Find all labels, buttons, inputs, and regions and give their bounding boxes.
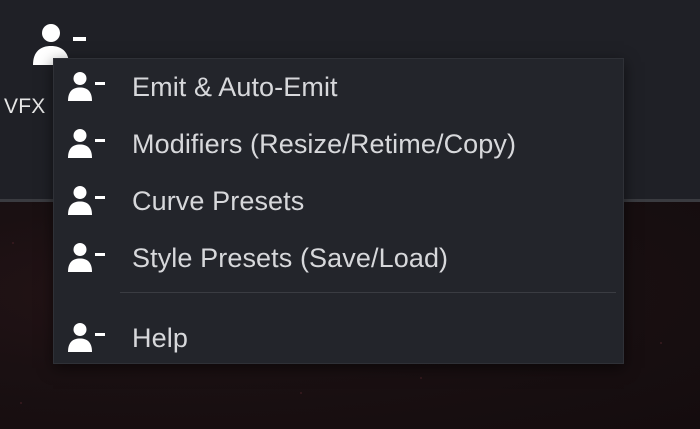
menu-separator	[120, 292, 616, 293]
menu-item-label: Curve Presets	[132, 186, 305, 216]
user-minus-icon	[68, 186, 105, 215]
menu-item-label: Emit & Auto-Emit	[132, 72, 338, 102]
menu-item-style-presets[interactable]: Style Presets (Save/Load)	[54, 230, 623, 286]
vfx-label: VFX	[4, 95, 46, 118]
menu-item-emit[interactable]: Emit & Auto-Emit	[54, 59, 623, 115]
user-minus-icon	[68, 243, 105, 272]
user-minus-icon	[68, 323, 105, 352]
menu-item-label: Modifiers (Resize/Retime/Copy)	[132, 129, 517, 159]
menu-item-modifiers[interactable]: Modifiers (Resize/Retime/Copy)	[54, 116, 623, 172]
menu-item-label: Help	[132, 323, 188, 353]
vfx-dropdown-menu: Emit & Auto-Emit Modifiers (Resize/Retim…	[53, 58, 624, 364]
menu-item-label: Style Presets (Save/Load)	[132, 243, 449, 273]
user-minus-icon	[68, 72, 105, 101]
menu-item-help[interactable]: Help	[54, 310, 623, 366]
menu-item-curve-presets[interactable]: Curve Presets	[54, 173, 623, 229]
user-minus-icon	[68, 129, 105, 158]
